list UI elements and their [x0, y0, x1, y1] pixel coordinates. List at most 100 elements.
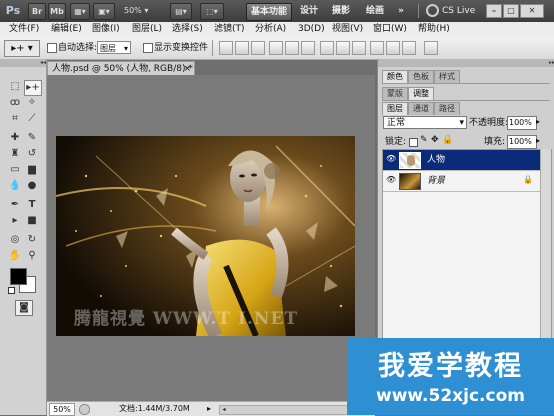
view-extras-button[interactable]: ▦▾ [70, 3, 90, 20]
screen-mode-button[interactable]: ▤▾ [170, 3, 192, 20]
visibility-eye-icon[interactable]: 👁 [386, 155, 396, 163]
tab-channels[interactable]: 通道 [408, 102, 434, 115]
mini-bridge-button[interactable]: Mb [48, 3, 66, 20]
menu-analysis[interactable]: 分析(A) [255, 22, 286, 37]
align-hcenter-icon[interactable] [285, 41, 299, 55]
document-tab[interactable]: 人物.psd @ 50% (人物, RGB/8) * × [47, 61, 195, 75]
layer-row-person[interactable]: 👁 人物 [383, 150, 551, 171]
menu-edit[interactable]: 编辑(E) [51, 22, 82, 37]
menu-filter[interactable]: 滤镜(T) [214, 22, 245, 37]
3d-rotate-tool-icon[interactable]: ◎ [7, 233, 23, 247]
tab-styles[interactable]: 样式 [434, 70, 460, 83]
type-tool-icon[interactable]: T [24, 198, 40, 212]
blur-tool-icon[interactable]: 💧 [7, 179, 23, 193]
opacity-slider-arrow-icon[interactable]: ▸ [536, 117, 540, 126]
visibility-eye-icon[interactable]: 👁 [386, 176, 396, 184]
clone-stamp-tool-icon[interactable]: ♜ [7, 147, 23, 161]
tab-masks[interactable]: 蒙版 [382, 87, 408, 100]
status-zoom-field[interactable]: 50% [49, 403, 75, 416]
distribute-vcenter-icon[interactable] [336, 41, 350, 55]
more-workspaces-icon[interactable]: » [394, 3, 408, 19]
workspace-painting[interactable]: 绘画 [362, 3, 388, 19]
lasso-tool-icon[interactable]: ꝏ [7, 96, 23, 110]
brush-tool-icon[interactable]: ✎ [24, 131, 40, 145]
align-vcenter-icon[interactable] [235, 41, 249, 55]
dodge-tool-icon[interactable]: ● [24, 179, 40, 193]
align-top-icon[interactable] [219, 41, 233, 55]
workspace-design[interactable]: 设计 [296, 3, 322, 19]
move-tool-icon[interactable]: ▸+ [24, 80, 42, 96]
menu-layer[interactable]: 图层(L) [132, 22, 162, 37]
document-image[interactable]: 腾龍視覺 WWW.T I.NET [56, 136, 355, 336]
tab-paths[interactable]: 路径 [434, 102, 460, 115]
zoom-level-select[interactable]: 50% ▾ [124, 4, 148, 18]
tab-adjustments[interactable]: 调整 [408, 87, 434, 100]
close-document-icon[interactable]: × [183, 62, 191, 76]
cs-live-button[interactable]: CS Live [442, 3, 476, 19]
workspace-basic[interactable]: 基本功能 [246, 3, 292, 21]
lock-transparent-icon[interactable] [409, 138, 418, 147]
quick-select-tool-icon[interactable]: ✧ [24, 96, 40, 110]
tools-panel-collapse-icon[interactable]: ◂◂ [0, 59, 46, 67]
default-colors-icon[interactable] [8, 287, 15, 294]
eraser-tool-icon[interactable]: ▭ [7, 163, 23, 177]
marquee-tool-icon[interactable]: ⬚ [7, 80, 23, 94]
lock-image-icon[interactable]: ✎ [420, 135, 428, 145]
panels-collapse-icon[interactable]: ▸▸ [378, 59, 554, 67]
pen-tool-icon[interactable]: ✒ [7, 198, 23, 212]
lock-all-icon[interactable]: 🔒 [442, 135, 453, 145]
arrange-documents-button[interactable]: ▣▾ [93, 3, 115, 20]
screen-fit-button[interactable]: ⬚▾ [200, 3, 224, 20]
hand-tool-icon[interactable]: ✋ [7, 249, 23, 263]
eyedropper-tool-icon[interactable]: ⟋ [24, 112, 40, 126]
menu-window[interactable]: 窗口(W) [373, 22, 407, 37]
align-left-icon[interactable] [269, 41, 283, 55]
maximize-icon[interactable]: □ [503, 4, 519, 18]
quick-mask-icon[interactable]: ◙ [15, 300, 33, 316]
fill-slider-arrow-icon[interactable]: ▸ [536, 136, 540, 145]
close-window-icon[interactable]: ✕ [520, 4, 544, 18]
auto-select-checkbox[interactable] [47, 43, 57, 53]
tool-preset-picker[interactable]: ▸+ ▾ [4, 40, 40, 57]
distribute-right-icon[interactable] [402, 41, 416, 55]
blend-mode-select[interactable]: 正常 ▾ [383, 116, 467, 129]
tab-color[interactable]: 颜色 [382, 70, 408, 83]
opacity-field[interactable]: 100% [507, 116, 537, 130]
align-right-icon[interactable] [301, 41, 315, 55]
tab-swatches[interactable]: 色板 [408, 70, 434, 83]
history-brush-tool-icon[interactable]: ↺ [24, 147, 40, 161]
path-selection-tool-icon[interactable]: ▸ [7, 214, 23, 228]
gradient-tool-icon[interactable]: ▆ [24, 163, 40, 177]
layer-row-background[interactable]: 👁 背景 🔒 [383, 171, 551, 192]
menu-view[interactable]: 视图(V) [332, 22, 363, 37]
healing-brush-tool-icon[interactable]: ✚ [7, 131, 23, 145]
lock-position-icon[interactable]: ✥ [431, 135, 439, 145]
auto-align-layers-icon[interactable] [424, 41, 438, 55]
crop-tool-icon[interactable]: ⌗ [7, 112, 23, 126]
distribute-left-icon[interactable] [370, 41, 384, 55]
fill-field[interactable]: 100% [507, 135, 537, 149]
3d-orbit-tool-icon[interactable]: ↻ [24, 233, 40, 247]
menu-select[interactable]: 选择(S) [172, 22, 203, 37]
layers-scrollbar[interactable] [540, 149, 551, 349]
distribute-bottom-icon[interactable] [352, 41, 366, 55]
shape-tool-icon[interactable]: ■ [24, 214, 40, 228]
status-info-icon[interactable] [79, 404, 90, 415]
menu-file[interactable]: 文件(F) [9, 22, 39, 37]
menu-image[interactable]: 图像(I) [92, 22, 120, 37]
distribute-top-icon[interactable] [320, 41, 334, 55]
zoom-tool-icon[interactable]: ⚲ [24, 249, 40, 263]
bridge-button[interactable]: Br [28, 3, 46, 20]
auto-select-dropdown[interactable]: 图层 ▾ [97, 41, 131, 54]
show-transform-checkbox[interactable] [143, 43, 153, 53]
menu-3d[interactable]: 3D(D) [298, 22, 325, 37]
distribute-hcenter-icon[interactable] [386, 41, 400, 55]
menu-help[interactable]: 帮助(H) [418, 22, 450, 37]
foreground-color-swatch[interactable] [10, 268, 27, 285]
workspace-photography[interactable]: 摄影 [328, 3, 354, 19]
scroll-left-icon[interactable]: ◂ [220, 406, 228, 414]
tab-layers[interactable]: 图层 [382, 102, 408, 115]
status-menu-arrow-icon[interactable]: ▸ [207, 402, 211, 416]
minimize-icon[interactable]: – [486, 4, 502, 18]
align-bottom-icon[interactable] [251, 41, 265, 55]
